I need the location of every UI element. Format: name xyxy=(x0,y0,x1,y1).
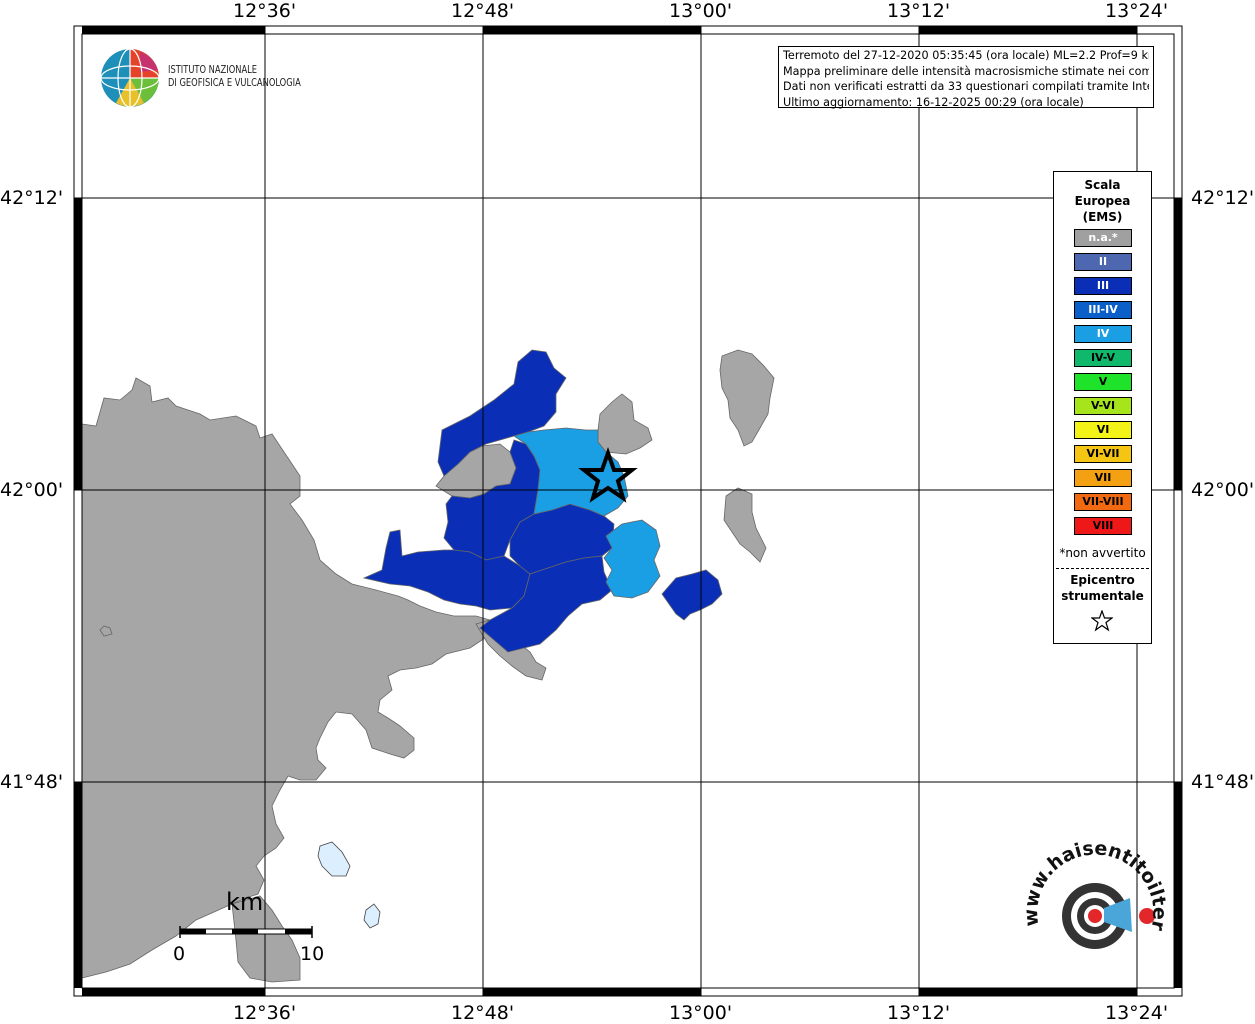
legend-swatch: IV-V xyxy=(1074,349,1132,367)
lon-tick-bottom: 13°00' xyxy=(669,1002,733,1024)
event-info-box: Terremoto del 27-12-2020 05:35:45 (ora l… xyxy=(778,46,1154,109)
lat-tick-right: 41°48' xyxy=(1191,771,1255,793)
legend-swatch: VII xyxy=(1074,469,1132,487)
legend-swatch: n.a.* xyxy=(1074,229,1132,247)
lon-tick-top: 13°00' xyxy=(669,0,733,22)
ingv-logo-text: ISTITUTO NAZIONALE DI GEOFISICA E VULCAN… xyxy=(168,64,301,90)
legend-title-line: Scala xyxy=(1084,178,1121,192)
lat-tick-left: 42°12' xyxy=(0,187,64,209)
legend-note: *non avvertito xyxy=(1059,546,1146,560)
legend-swatch: III xyxy=(1074,277,1132,295)
legend-swatch: III-IV xyxy=(1074,301,1132,319)
legend-swatch: IV xyxy=(1074,325,1132,343)
lon-tick-bottom: 13°24' xyxy=(1105,1002,1169,1024)
legend-epicenter-line: Epicentro xyxy=(1070,573,1135,587)
legend-title-line: Europea xyxy=(1074,194,1131,208)
event-info-line: Dati non verificati estratti da 33 quest… xyxy=(783,80,1149,93)
lon-tick-bottom: 13°12' xyxy=(887,1002,951,1024)
lat-tick-right: 42°00' xyxy=(1191,479,1255,501)
scale-start-label: 0 xyxy=(173,943,186,965)
lon-tick-top: 13°24' xyxy=(1105,0,1169,22)
lon-tick-bottom: 12°48' xyxy=(451,1002,515,1024)
legend-swatch: VI-VII xyxy=(1074,445,1132,463)
event-info-line: Terremoto del 27-12-2020 05:35:45 (ora l… xyxy=(783,49,1149,62)
ems-legend: Scala Europea (EMS) n.a.* II III III-IV IV IV… xyxy=(1053,171,1152,644)
legend-swatch: V xyxy=(1074,373,1132,391)
legend-swatch: VIII xyxy=(1074,517,1132,535)
scale-end-label: 10 xyxy=(300,943,325,965)
legend-epicenter-line: strumentale xyxy=(1061,589,1144,603)
legend-star-icon xyxy=(1091,610,1113,632)
legend-swatch: II xyxy=(1074,253,1132,271)
event-info-line: Mappa preliminare delle intensità macros… xyxy=(783,64,1149,78)
lon-tick-bottom: 12°36' xyxy=(233,1002,297,1024)
ingv-logo-globe xyxy=(100,48,160,108)
municipality-iv-east xyxy=(603,519,661,599)
lat-tick-right: 42°12' xyxy=(1191,187,1255,209)
ingv-logo-line: DI GEOFISICA E VULCANOLOGIA xyxy=(168,77,301,89)
lat-tick-left: 41°48' xyxy=(0,771,64,793)
legend-swatch: V-VI xyxy=(1074,397,1132,415)
legend-separator xyxy=(1056,568,1149,569)
lon-tick-top: 13°12' xyxy=(887,0,951,22)
event-info-line: Ultimo aggiornamento: 16-12-2025 00:29 (… xyxy=(783,95,1084,109)
legend-title-line: (EMS) xyxy=(1082,210,1123,224)
scale-unit-label: km xyxy=(226,888,264,916)
lon-tick-top: 12°48' xyxy=(451,0,515,22)
lon-tick-top: 12°36' xyxy=(233,0,297,22)
legend-swatch: VI xyxy=(1074,421,1132,439)
ingv-logo-line: ISTITUTO NAZIONALE xyxy=(168,64,258,76)
lat-tick-left: 42°00' xyxy=(0,479,64,501)
legend-swatch: VII-VIII xyxy=(1074,493,1132,511)
legend-epicenter-label: Epicentro strumentale xyxy=(1054,572,1151,604)
legend-title: Scala Europea (EMS) xyxy=(1054,177,1151,225)
